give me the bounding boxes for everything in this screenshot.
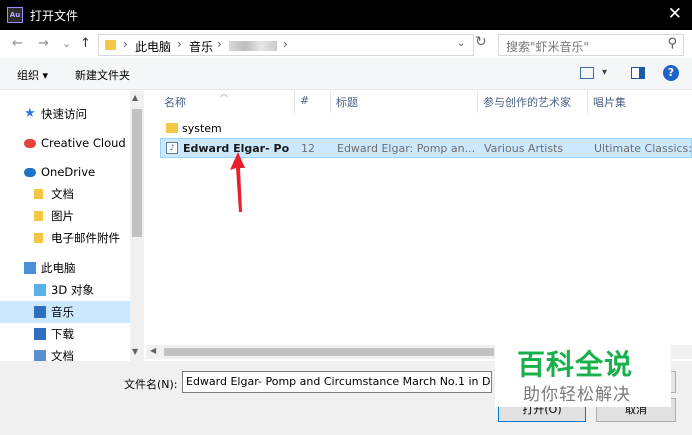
file-title: Edward Elgar: Pomp an... [337,142,475,155]
sidebar-item[interactable]: 音乐 [0,301,130,323]
refresh-icon[interactable]: ↻ [475,34,491,54]
file-list: ︿ 名称 # 标题 参与创作的艺术家 唱片集 system ♪ Edward E… [146,89,692,361]
sidebar-item-label: 快速访问 [41,107,87,121]
sidebar-item-label: 图片 [51,209,74,223]
music-icon [34,306,46,318]
folder-icon [166,123,178,133]
search-input[interactable]: 搜索"虾米音乐" ⚲ [498,34,684,56]
watermark-subtitle: 助你轻松解决 [523,385,631,405]
breadcrumb-separator[interactable]: › [217,37,222,51]
search-icon[interactable]: ⚲ [667,36,677,51]
recent-locations-icon[interactable]: ⌄ [62,36,71,52]
file-artist: Various Artists [484,142,564,155]
file-album: Ultimate Classics: T [594,142,692,155]
filename-value: Edward Elgar- Pomp and Circumstance Marc… [186,375,491,388]
watermark: 百科全说 助你轻松解决 [495,341,671,407]
navigation-bar: ← → ⌄ ↑ › 此电脑 › 音乐 › › ⌄ ↻ 搜索"虾米音乐" ⚲ [0,30,692,58]
file-track-number: 12 [301,142,315,155]
sidebar-item-label: 电子邮件附件 [51,231,120,245]
back-arrow-icon[interactable]: ← [12,36,23,52]
sidebar-item[interactable]: 此电脑 [0,257,130,279]
sidebar-item-label: 音乐 [51,305,74,319]
star-icon: ★ [24,106,36,121]
sidebar-item-label: OneDrive [41,165,96,179]
audio-file-icon: ♪ [166,142,178,154]
title-bar: Au 打开文件 ✕ [0,0,692,30]
computer-icon [24,262,36,274]
close-icon[interactable]: ✕ [668,4,682,24]
up-arrow-icon[interactable]: ↑ [80,36,91,52]
sidebar-item[interactable]: 3D 对象 [0,279,130,301]
preview-pane-icon[interactable] [631,67,645,79]
column-header-artist[interactable]: 参与创作的艺术家 [483,94,571,110]
column-header-row: ︿ 名称 # 标题 参与创作的艺术家 唱片集 [146,89,692,113]
breadcrumb-this-pc[interactable]: 此电脑 [135,38,171,55]
creative-cloud-icon [24,139,36,148]
sidebar-item-label: Creative Cloud F [41,136,130,150]
toolbar: 组织 ▾ 新建文件夹 ▾ ? [0,58,692,90]
sidebar-item[interactable]: OneDrive [0,161,130,183]
filename-label: 文件名(N): [124,378,178,391]
search-placeholder: 搜索"虾米音乐" [506,40,590,54]
3d-objects-icon [34,284,46,296]
folder-icon [34,211,43,221]
organize-menu[interactable]: 组织 ▾ [17,67,48,83]
folder-icon [34,189,43,199]
file-name: system [182,122,222,135]
breadcrumb-music[interactable]: 音乐 [189,38,213,55]
scroll-down-icon[interactable]: ▼ [132,347,138,356]
sidebar-item-label: 下载 [51,327,74,341]
sidebar-item[interactable]: 图片 [0,205,130,227]
folder-icon [105,40,116,50]
breadcrumb-separator[interactable]: › [283,37,288,51]
column-header-album[interactable]: 唱片集 [593,94,626,110]
column-header-number[interactable]: # [300,94,309,107]
download-icon [34,328,46,340]
sidebar-item[interactable]: 电子邮件附件 [0,227,130,249]
navigation-pane: ★ 快速访问 Creative Cloud F OneDrive 文档图片电子邮件附件此… [0,91,144,363]
file-row-system[interactable]: system [160,119,692,139]
new-folder-button[interactable]: 新建文件夹 [75,67,130,83]
address-bar[interactable]: › 此电脑 › 音乐 › › ⌄ [98,34,474,56]
chevron-down-icon[interactable]: ⌄ [457,38,465,49]
sidebar-item-label: 3D 对象 [51,283,94,297]
sidebar-item[interactable]: 文档 [0,183,130,205]
cloud-icon [24,168,36,177]
sidebar-item-label: 此电脑 [41,261,76,275]
view-options-icon[interactable] [580,67,594,79]
scroll-left-icon[interactable]: ◀ [150,346,156,355]
sidebar-item[interactable]: ★ 快速访问 [0,103,130,125]
sidebar-scrollbar[interactable]: ▲ ▼ [130,91,144,361]
sidebar-item[interactable]: Creative Cloud F [0,132,130,154]
file-name: Edward Elgar- Po... [183,142,289,155]
column-header-name[interactable]: 名称 [164,94,186,110]
column-header-title[interactable]: 标题 [336,94,358,110]
blurred-breadcrumb [229,41,277,51]
filename-input[interactable]: Edward Elgar- Pomp and Circumstance Marc… [182,371,492,393]
sort-ascending-icon: ︿ [220,89,228,98]
sidebar-item-label: 文档 [51,187,74,201]
window-title: 打开文件 [30,9,79,23]
breadcrumb-separator[interactable]: › [123,37,128,51]
audition-app-icon: Au [7,7,23,23]
folder-icon [34,233,43,243]
chevron-down-icon[interactable]: ▾ [602,67,607,78]
forward-arrow-icon[interactable]: → [38,36,49,52]
scrollbar-thumb[interactable] [164,348,494,356]
watermark-title: 百科全说 [517,348,634,381]
sidebar-item[interactable]: 下载 [0,323,130,345]
scrollbar-thumb[interactable] [132,109,142,237]
help-icon[interactable]: ? [663,65,679,81]
file-row-edward-elgar[interactable]: ♪ Edward Elgar- Po... 12 Edward Elgar: P… [160,138,692,158]
scroll-up-icon[interactable]: ▲ [132,93,138,102]
breadcrumb-separator[interactable]: › [177,37,182,51]
